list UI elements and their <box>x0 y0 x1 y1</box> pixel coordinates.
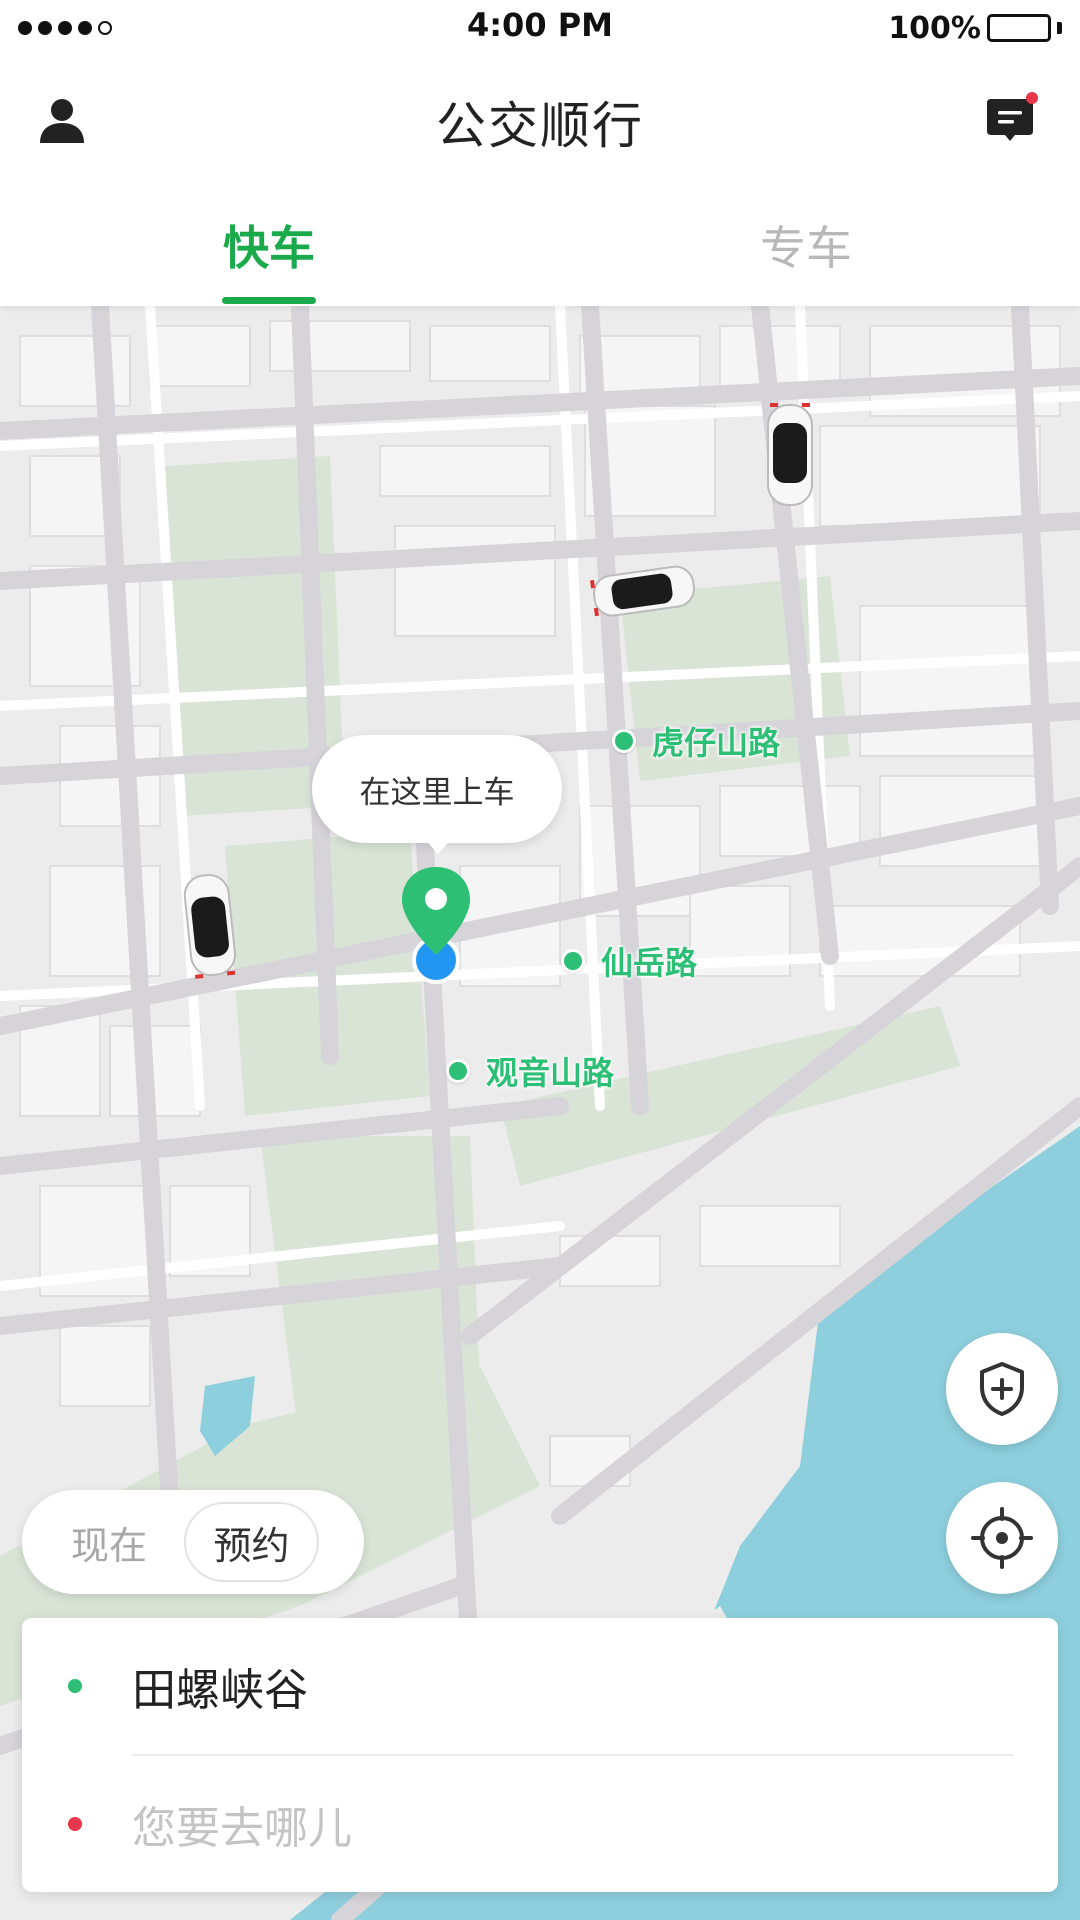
shield-plus-icon <box>980 1362 1024 1416</box>
car-icon <box>590 565 695 617</box>
car-icon <box>767 403 813 506</box>
pickup-location-text: 田螺峡谷 <box>132 1665 308 1716</box>
address-card: 田螺峡谷 您要去哪儿 <box>22 1618 1058 1892</box>
notification-badge <box>1026 92 1038 104</box>
pickup-pin-icon <box>402 867 470 984</box>
car-icon <box>183 873 237 979</box>
battery-percent: 100% <box>888 10 981 46</box>
page-title: 公交顺行 <box>436 97 644 155</box>
crosshair-icon <box>971 1507 1033 1569</box>
battery-indicator: 100% <box>888 11 1062 46</box>
ride-now-option[interactable]: 现在 <box>34 1502 184 1582</box>
active-tab-indicator <box>222 297 316 304</box>
destination-placeholder: 您要去哪儿 <box>132 1803 352 1854</box>
pickup-callout[interactable]: 在这里上车 <box>312 735 562 843</box>
callout-tail <box>424 838 452 854</box>
tab-premium[interactable]: 专车 <box>706 212 906 278</box>
place-dot-icon <box>446 1059 470 1083</box>
place-marker[interactable]: 仙岳路 <box>561 938 697 984</box>
place-label: 仙岳路 <box>601 944 698 982</box>
tab-express[interactable]: 快车 <box>169 212 369 278</box>
battery-icon <box>987 14 1051 42</box>
pickup-dot-icon <box>68 1679 82 1693</box>
place-label: 观音山路 <box>486 1054 615 1092</box>
nav-bar: 公交顺行 <box>0 56 1080 180</box>
place-label: 虎仔山路 <box>652 724 781 762</box>
locate-me-button[interactable] <box>946 1482 1058 1594</box>
place-marker[interactable]: 虎仔山路 <box>612 718 780 764</box>
place-dot-icon <box>612 729 636 753</box>
safety-button[interactable] <box>946 1333 1058 1445</box>
place-marker[interactable]: 观音山路 <box>446 1048 614 1094</box>
messages-button[interactable] <box>976 86 1044 154</box>
signal-strength-icon <box>18 21 112 35</box>
ride-time-toggle: 现在 预约 <box>22 1490 364 1594</box>
place-dot-icon <box>561 949 585 973</box>
ride-reserve-option[interactable]: 预约 <box>184 1502 319 1582</box>
service-tabs: 快车 专车 <box>0 180 1080 306</box>
destination-field[interactable]: 您要去哪儿 <box>22 1756 1058 1892</box>
status-bar: 4:00 PM 100% <box>0 0 1080 56</box>
destination-dot-icon <box>68 1817 82 1831</box>
pickup-location-field[interactable]: 田螺峡谷 <box>22 1618 1058 1754</box>
